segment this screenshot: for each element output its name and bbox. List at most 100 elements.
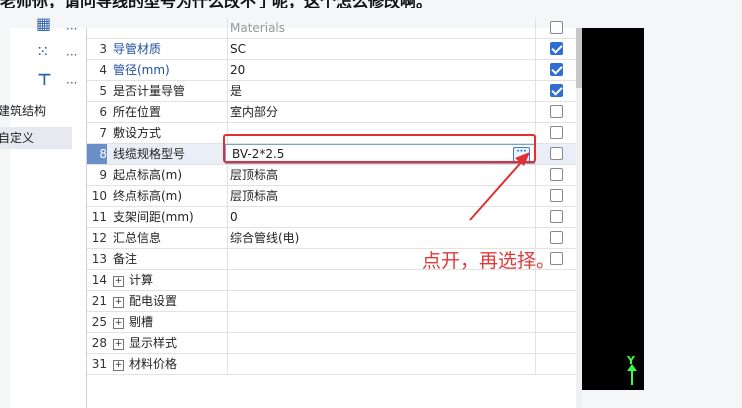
checkbox-cell [535,60,578,80]
attribute-checkbox[interactable] [550,231,563,244]
group-row[interactable]: 25 + 剔槽 [87,312,577,333]
group-row[interactable]: 31 + 材料价格 [87,354,577,375]
group-label-text: 显示样式 [129,336,178,350]
group-row[interactable]: 21 + 配电设置 [87,291,577,312]
row-number: 6 [99,105,107,119]
group-row[interactable]: 14 + 计算 [87,270,577,291]
toolbar-more-dots-3[interactable]: ··· [66,76,77,90]
checkbox-cell [535,354,578,374]
group-label-text: 材料价格 [129,357,178,371]
row-number [87,18,107,38]
row-number: 31 [91,357,107,371]
attribute-checkbox[interactable] [550,63,563,76]
attribute-checkbox[interactable] [550,84,563,97]
attribute-checkbox[interactable] [550,105,563,118]
group-label: + 材料价格 [113,354,223,374]
property-name: 支架间距(mm) [113,210,194,224]
row-number: 11 [91,210,107,224]
group-label-text: 计算 [129,273,154,287]
attribute-checkbox[interactable] [550,168,563,181]
property-value[interactable]: 综合管线(电) [227,228,533,248]
attribute-checkbox[interactable] [550,189,563,202]
property-value[interactable]: 层顶标高 [227,165,533,185]
row-number: 4 [99,63,107,77]
expand-plus-icon[interactable]: + [113,360,124,371]
property-row[interactable]: 6 所在位置 室内部分 [87,102,577,123]
property-value[interactable]: 0 [227,207,533,227]
group-label: + 计算 [113,270,223,290]
property-value[interactable]: 20 [227,60,533,80]
property-grid: Materials 3 导管材质 SC 4 管径(mm) 20 5 是否计量导管 是 6 所在位置 室内… [86,18,578,408]
side-tab-structure[interactable]: 建筑结构 [0,100,72,122]
attribute-checkbox[interactable] [550,126,563,139]
group-label-text: 剔槽 [129,315,154,329]
group-label-text: 配电设置 [129,294,178,308]
property-row[interactable]: 10 终点标高(m) 层顶标高 [87,186,577,207]
expand-plus-icon[interactable]: + [113,297,124,308]
property-value [227,354,533,374]
property-value[interactable]: SC [227,39,533,59]
property-name: 汇总信息 [113,231,162,245]
checkbox-cell [535,228,578,248]
checkbox-cell [535,102,578,122]
property-row[interactable]: 11 支架间距(mm) 0 [87,207,577,228]
toolbar-more-dots[interactable]: ··· [66,22,77,36]
property-value [227,333,533,353]
checkbox-cell [535,333,578,353]
post-caption: 老师你，请问导线的型号为什么改不了呢，这个怎么修改啊。 [0,0,742,8]
property-value[interactable]: 室内部分 [227,102,533,122]
checkbox-cell [535,207,578,227]
property-value[interactable]: 层顶标高 [227,186,533,206]
property-name: 敷设方式 [113,126,162,140]
property-value[interactable]: 是 [227,81,533,101]
property-name: 备注 [113,252,138,266]
expand-plus-icon[interactable]: + [113,318,124,329]
expand-plus-icon[interactable]: + [113,339,124,350]
property-name: 导管材质 [113,42,162,56]
checkbox-cell [535,144,578,164]
row-number: 5 [99,84,107,98]
row-number: 14 [91,273,107,287]
y-axis-label: Y [627,354,635,367]
row-number: 3 [99,42,107,56]
checkbox-cell [535,81,578,101]
checkbox-cell [535,18,578,38]
attribute-checkbox[interactable] [550,21,563,34]
group-row[interactable]: 28 + 显示样式 [87,333,577,354]
checkbox-cell [535,186,578,206]
property-row[interactable]: Materials [87,18,577,39]
property-name [113,18,223,38]
property-row[interactable]: 3 导管材质 SC [87,39,577,60]
row-number: 25 [91,315,107,329]
property-name: 线缆规格型号 [113,147,186,161]
property-name: 是否计量导管 [113,84,186,98]
property-row[interactable]: 5 是否计量导管 是 [87,81,577,102]
beam-tee-icon[interactable]: ⊤ [37,70,52,89]
property-value[interactable]: Materials [227,18,533,38]
property-name: 管径(mm) [113,63,170,77]
property-row[interactable]: 9 起点标高(m) 层顶标高 [87,165,577,186]
toolbar-more-dots-2[interactable]: ··· [66,48,77,62]
property-value [227,291,533,311]
property-row[interactable]: 4 管径(mm) 20 [87,60,577,81]
y-axis-line [631,367,633,385]
annotation-text: 点开，再选择。 [422,250,556,272]
drawing-viewport[interactable] [582,28,644,390]
side-tab-custom[interactable]: 自定义 [0,127,72,149]
checkbox-cell [535,312,578,332]
attribute-checkbox[interactable] [550,147,563,160]
checkbox-cell [535,39,578,59]
attribute-checkbox[interactable] [550,210,563,223]
checkbox-cell [535,270,578,290]
row-number: 12 [91,231,107,245]
row-number: 9 [99,168,107,182]
row-number: 13 [91,252,107,266]
expand-plus-icon[interactable]: + [113,276,124,287]
checkbox-cell [535,123,578,143]
group-label: + 显示样式 [113,333,223,353]
array-grid-icon[interactable]: ⁙ [36,42,49,61]
attribute-checkbox[interactable] [550,42,563,55]
property-name: 起点标高(m) [113,168,183,182]
grid-layout-icon[interactable]: ▦ [36,14,51,33]
property-name: 所在位置 [113,105,162,119]
